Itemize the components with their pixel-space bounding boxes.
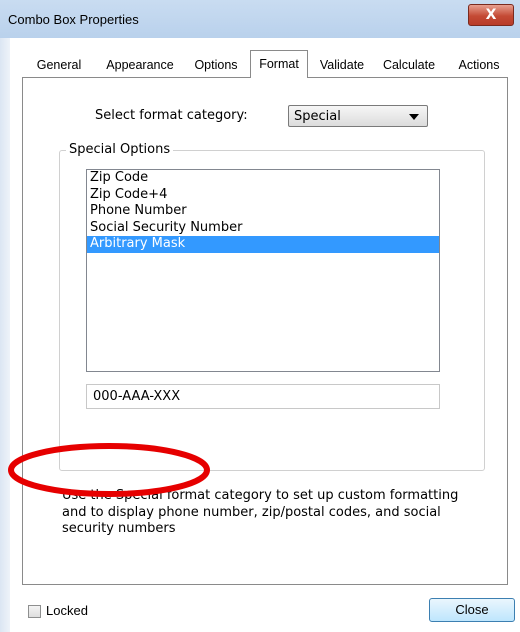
chevron-down-icon (409, 114, 419, 120)
red-highlight-ellipse (8, 443, 210, 497)
tab-format[interactable]: Format (250, 50, 308, 78)
special-options-list[interactable]: Zip Code Zip Code+4 Phone Number Social … (86, 169, 440, 372)
format-category-value: Special (294, 109, 341, 124)
list-item-zip-code-4[interactable]: Zip Code+4 (87, 187, 439, 204)
special-options-title: Special Options (66, 142, 174, 157)
list-item-arbitrary-mask[interactable]: Arbitrary Mask (87, 236, 439, 253)
window-frame-edge (0, 38, 10, 632)
close-icon: X (485, 7, 497, 23)
locked-checkbox[interactable] (28, 605, 41, 618)
tab-actions[interactable]: Actions (450, 53, 508, 77)
list-item-phone-number[interactable]: Phone Number (87, 203, 439, 220)
window-close-button[interactable]: X (468, 4, 514, 26)
locked-label: Locked (46, 603, 88, 618)
tab-options[interactable]: Options (187, 53, 245, 77)
close-button[interactable]: Close (429, 598, 515, 622)
list-item-zip-code[interactable]: Zip Code (87, 170, 439, 187)
arbitrary-mask-input[interactable]: 000-AAA-XXX (86, 384, 440, 409)
window-title: Combo Box Properties (8, 12, 139, 27)
list-item-ssn[interactable]: Social Security Number (87, 220, 439, 237)
tab-general[interactable]: General (30, 53, 88, 77)
tab-appearance[interactable]: Appearance (96, 53, 184, 77)
format-category-label: Select format category: (95, 108, 248, 123)
title-bar: Combo Box Properties X (0, 0, 520, 39)
tab-validate[interactable]: Validate (313, 53, 371, 77)
tab-calculate[interactable]: Calculate (375, 53, 443, 77)
format-category-select[interactable]: Special (288, 105, 428, 127)
